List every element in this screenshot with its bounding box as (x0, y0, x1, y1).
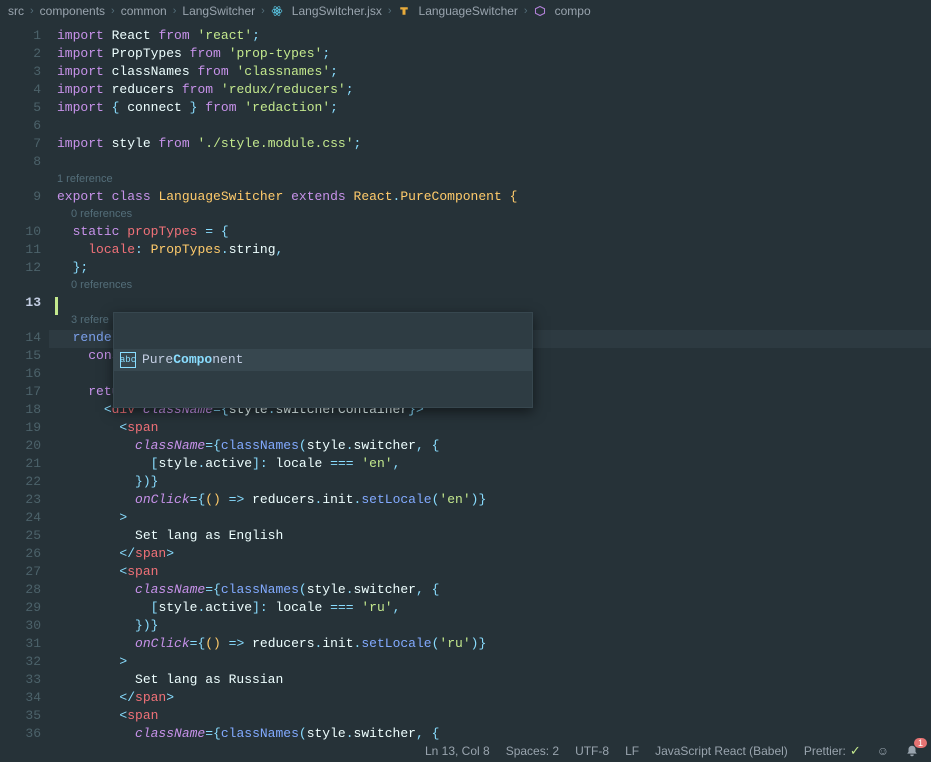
notifications-icon[interactable]: 1 (905, 744, 919, 758)
status-indent[interactable]: Spaces: 2 (506, 744, 559, 758)
chevron-right-icon: › (524, 5, 528, 17)
breadcrumb-item[interactable]: LanguageSwitcher (419, 4, 518, 18)
breadcrumb-item[interactable]: LangSwitcher (182, 4, 255, 18)
line-number-gutter: 12345678 9 101112 13 1415161718192021222… (0, 22, 55, 740)
code-lens[interactable]: 0 references (57, 206, 931, 223)
code-lens[interactable]: 1 reference (57, 171, 931, 188)
autocomplete-item[interactable]: abc PureComponent (114, 349, 532, 371)
method-symbol-icon (534, 5, 546, 17)
status-cursor-position[interactable]: Ln 13, Col 8 (425, 744, 490, 758)
chevron-right-icon: › (388, 5, 392, 17)
status-eol[interactable]: LF (625, 744, 639, 758)
code-area[interactable]: import React from 'react'; import PropTy… (57, 22, 931, 740)
chevron-right-icon: › (173, 5, 177, 17)
breadcrumb-item[interactable]: src (8, 4, 24, 18)
breadcrumb-item[interactable]: common (121, 4, 167, 18)
status-bar: Ln 13, Col 8 Spaces: 2 UTF-8 LF JavaScri… (0, 740, 931, 762)
chevron-right-icon: › (30, 5, 34, 17)
class-symbol-icon (398, 5, 410, 17)
check-icon: ✓ (850, 743, 861, 759)
status-encoding[interactable]: UTF-8 (575, 744, 609, 758)
chevron-right-icon: › (261, 5, 265, 17)
code-lens[interactable]: 0 references (57, 277, 931, 294)
react-file-icon (271, 5, 283, 17)
symbol-variable-icon: abc (120, 352, 136, 368)
breadcrumb-item[interactable]: compo (555, 4, 591, 18)
status-prettier[interactable]: Prettier: ✓ (804, 743, 861, 759)
breadcrumb-item[interactable]: components (40, 4, 105, 18)
status-language-mode[interactable]: JavaScript React (Babel) (655, 744, 788, 758)
breadcrumb-item[interactable]: LangSwitcher.jsx (292, 4, 382, 18)
breadcrumb: src › components › common › LangSwitcher… (0, 0, 931, 22)
status-feedback-icon[interactable]: ☺ (877, 744, 889, 758)
notification-count-badge: 1 (914, 738, 927, 748)
autocomplete-popup[interactable]: abc PureComponent (113, 312, 533, 408)
chevron-right-icon: › (111, 5, 115, 17)
code-editor[interactable]: 12345678 9 101112 13 1415161718192021222… (0, 22, 931, 740)
